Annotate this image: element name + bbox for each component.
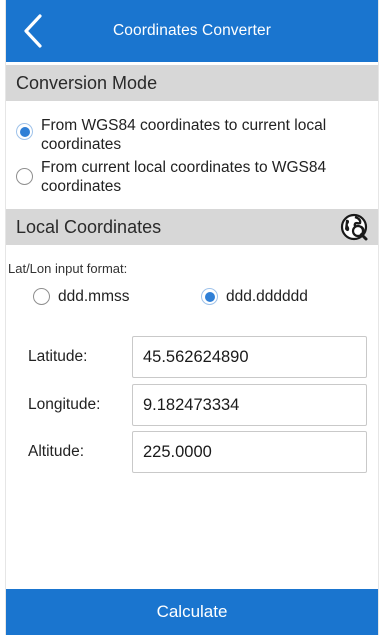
conversion-mode-title: Conversion Mode <box>16 72 158 93</box>
longitude-label: Longitude: <box>28 396 101 413</box>
longitude-input[interactable]: 9.182473334 <box>132 384 367 426</box>
radio-button-unchecked[interactable] <box>33 288 50 305</box>
radio-button-unchecked[interactable] <box>16 168 33 185</box>
radio-button-checked[interactable] <box>201 288 218 305</box>
altitude-row: Altitude: 225.0000 <box>28 431 370 473</box>
latitude-label: Latitude: <box>28 348 88 365</box>
radio-button-checked[interactable] <box>16 123 33 140</box>
latitude-input[interactable]: 45.562624890 <box>132 336 367 378</box>
altitude-label: Altitude: <box>28 443 85 460</box>
chevron-left-icon <box>24 14 42 48</box>
format-ddd-mmss-label: ddd.mmss <box>58 288 130 305</box>
page-title: Coordinates Converter <box>112 22 272 39</box>
altitude-input[interactable]: 225.0000 <box>132 431 367 473</box>
local-coordinates-title: Local Coordinates <box>16 216 162 237</box>
globe-search-icon <box>340 213 368 241</box>
top-app-bar: Coordinates Converter <box>6 0 378 62</box>
calculate-button[interactable]: Calculate <box>6 589 378 635</box>
format-option-ddd-mmss[interactable]: ddd.mmss <box>33 287 130 306</box>
conversion-mode-header: Conversion Mode <box>6 65 378 101</box>
radio-wgs84-to-local[interactable]: From WGS84 coordinates to current local … <box>16 116 326 154</box>
lat-lon-format-label: Lat/Lon input format: <box>8 261 128 276</box>
calculate-button-label: Calculate <box>156 602 228 621</box>
local-coordinates-header: Local Coordinates <box>6 209 378 245</box>
format-ddd-dddddd-label: ddd.dddddd <box>226 288 308 305</box>
radio-wgs84-to-local-label: From WGS84 coordinates to current local … <box>41 117 327 153</box>
longitude-row: Longitude: 9.182473334 <box>28 384 370 426</box>
globe-search-button[interactable] <box>338 211 370 243</box>
format-option-ddd-dddddd[interactable]: ddd.dddddd <box>201 287 308 306</box>
radio-local-to-wgs84-label: From current local coordinates to WGS84 … <box>41 159 327 195</box>
app-screen: Coordinates Converter Conversion Mode Fr… <box>6 0 378 635</box>
latitude-row: Latitude: 45.562624890 <box>28 336 370 378</box>
radio-local-to-wgs84[interactable]: From current local coordinates to WGS84 … <box>16 158 326 196</box>
back-button[interactable] <box>16 11 50 51</box>
